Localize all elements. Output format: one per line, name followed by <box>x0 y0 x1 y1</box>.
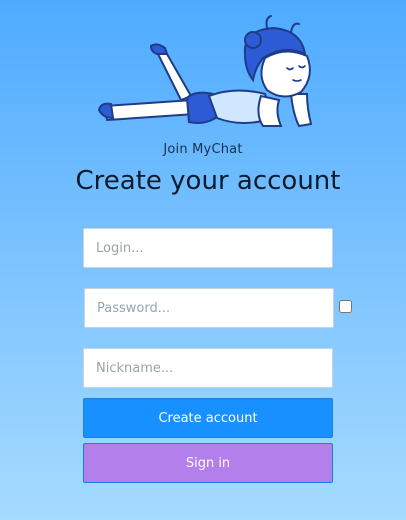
sign-in-button[interactable]: Sign in <box>83 443 333 483</box>
nickname-input[interactable] <box>83 348 333 388</box>
show-password-checkbox[interactable] <box>339 300 352 313</box>
create-account-button[interactable]: Create account <box>83 398 333 438</box>
page-title: Create your account <box>75 166 341 196</box>
login-input[interactable] <box>83 228 333 268</box>
girl-lying-illustration <box>97 15 313 128</box>
tagline: Join MyChat <box>163 142 243 157</box>
password-input[interactable] <box>84 288 334 328</box>
